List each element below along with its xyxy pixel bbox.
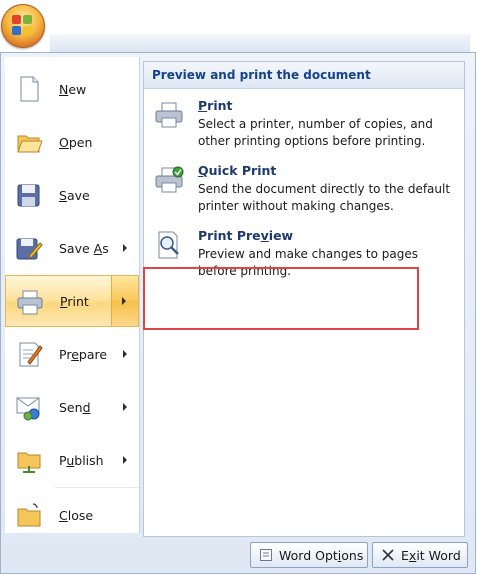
menu-item-close[interactable]: Close xyxy=(5,489,139,541)
close-folder-icon xyxy=(17,503,41,527)
menu-item-label: Close xyxy=(59,507,94,523)
menu-item-label: Publish xyxy=(59,452,104,468)
submenu-item-print-preview[interactable]: Print Preview Preview and make changes t… xyxy=(144,222,464,284)
exit-word-label: Exit Word xyxy=(401,547,461,563)
submenu-arrow-icon xyxy=(123,403,127,411)
exit-word-button[interactable]: Exit Word xyxy=(372,542,468,568)
office-menu-commands: New Open Save Save As Print Prepare Send… xyxy=(5,57,140,533)
open-folder-icon xyxy=(17,135,43,153)
submenu-item-description: Select a printer, number of copies, and … xyxy=(198,117,433,148)
menu-item-label: Save xyxy=(59,187,90,203)
submenu-arrow-icon xyxy=(123,350,127,358)
menu-item-label: Print xyxy=(60,293,89,309)
submenu-item-quick-print[interactable]: Quick Print Send the document directly t… xyxy=(144,157,464,219)
menu-item-publish[interactable]: Publish xyxy=(5,434,139,486)
office-button[interactable] xyxy=(1,4,45,48)
title-bar xyxy=(0,0,478,53)
prepare-icon xyxy=(19,342,43,367)
menu-item-label: Open xyxy=(59,134,93,150)
printer-icon xyxy=(155,102,183,128)
submenu-item-description: Preview and make changes to pages before… xyxy=(198,247,418,278)
menu-item-label: New xyxy=(59,81,87,97)
send-icon xyxy=(16,397,40,421)
options-icon xyxy=(260,549,272,561)
submenu-arrow-icon xyxy=(123,244,127,252)
publish-icon xyxy=(17,452,41,473)
submenu-item-title: Quick Print xyxy=(198,163,277,178)
menu-item-save[interactable]: Save xyxy=(5,169,139,221)
menu-item-label: Send xyxy=(59,399,91,415)
close-icon xyxy=(382,549,394,561)
print-submenu: Preview and print the document Print Sel… xyxy=(143,61,465,537)
menu-item-label: Save As xyxy=(59,240,109,256)
save-as-icon xyxy=(16,238,43,260)
menu-item-label: Prepare xyxy=(59,346,108,362)
submenu-item-print[interactable]: Print Select a printer, number of copies… xyxy=(144,92,464,154)
submenu-header: Preview and print the document xyxy=(144,62,464,89)
menu-item-print[interactable]: Print xyxy=(5,275,139,327)
save-disk-icon xyxy=(17,184,40,207)
ribbon-strip xyxy=(50,34,470,53)
printer-icon xyxy=(17,290,43,315)
office-logo-icon xyxy=(12,15,34,37)
menu-item-save-as[interactable]: Save As xyxy=(5,222,139,274)
submenu-item-title: Print xyxy=(198,98,233,113)
submenu-arrow-icon xyxy=(122,297,126,305)
menu-item-new[interactable]: New xyxy=(5,63,139,115)
menu-item-send[interactable]: Send xyxy=(5,381,139,433)
word-options-button[interactable]: Word Options xyxy=(250,542,368,568)
magnifier-icon xyxy=(158,231,179,259)
menu-divider xyxy=(55,487,139,488)
submenu-item-description: Send the document directly to the defaul… xyxy=(198,182,451,213)
submenu-item-title: Print Preview xyxy=(198,228,294,243)
menu-item-open[interactable]: Open xyxy=(5,116,139,168)
quick-print-icon xyxy=(155,166,184,193)
new-document-icon xyxy=(20,76,39,102)
menu-item-prepare[interactable]: Prepare xyxy=(5,328,139,380)
word-options-label: Word Options xyxy=(279,547,364,563)
office-menu: New Open Save Save As Print Prepare Send… xyxy=(0,52,476,574)
submenu-arrow-icon xyxy=(123,456,127,464)
